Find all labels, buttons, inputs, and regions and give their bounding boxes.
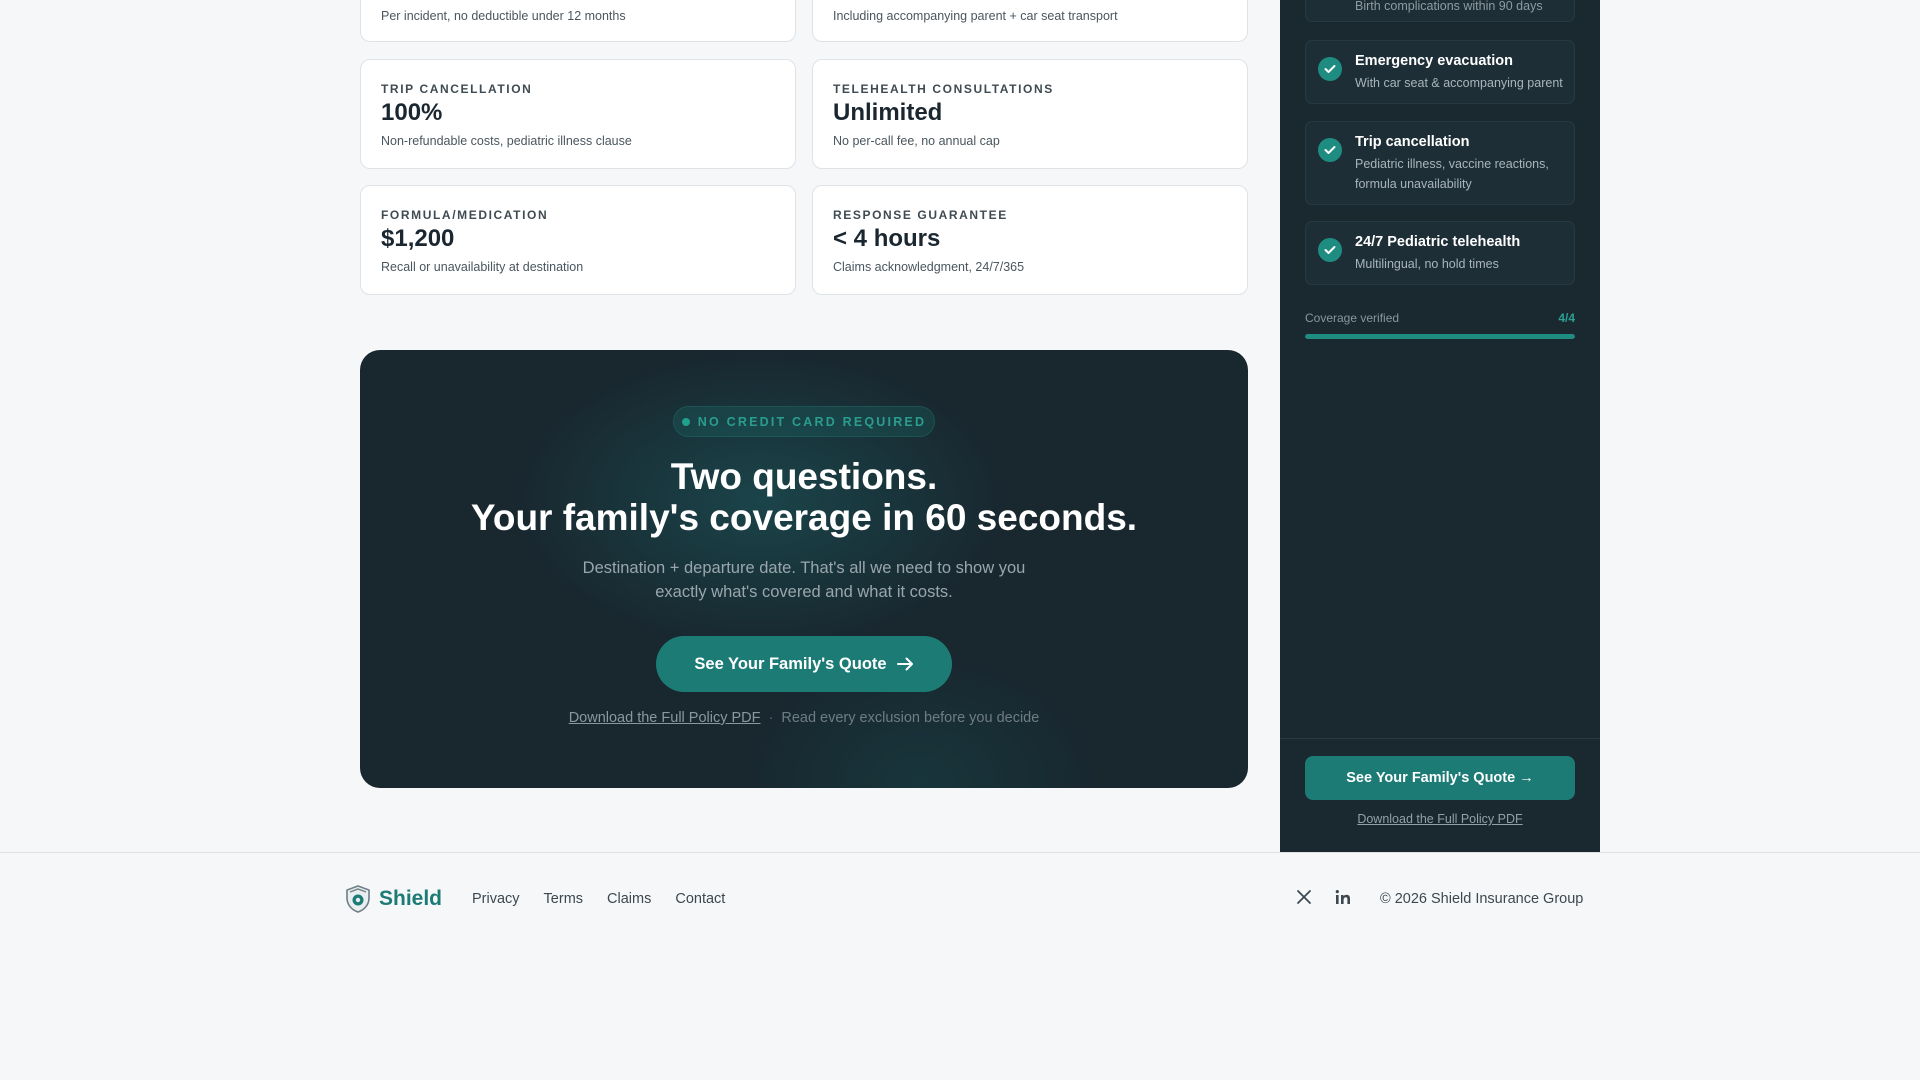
card-value: < 4 hours [833, 225, 941, 252]
card-value: Unlimited [833, 99, 943, 126]
coverage-sidebar: Birth complications within 90 days Emerg… [1280, 0, 1600, 852]
cta-panel: NO CREDIT CARD REQUIRED Two questions. Y… [360, 350, 1248, 788]
coverage-card-response: RESPONSE GUARANTEE < 4 hours Claims ackn… [812, 185, 1248, 295]
cta-links: Download the Full Policy PDF · Read every … [360, 710, 1248, 726]
brand-name: Shield [379, 887, 443, 910]
coverage-progress-bar [1305, 334, 1575, 339]
sidebar-item-birth: Birth complications within 90 days [1305, 0, 1575, 22]
footer-link-contact[interactable]: Contact [675, 891, 725, 907]
check-icon [1318, 238, 1342, 262]
footer-nav: Privacy Terms Claims Contact [472, 891, 725, 907]
progress-count: 4/4 [1558, 311, 1575, 325]
sidebar-download-policy-link[interactable]: Download the Full Policy PDF [1280, 812, 1600, 826]
card-label: TELEHEALTH CONSULTATIONS [833, 82, 1054, 96]
card-value: $1,200 [381, 225, 455, 252]
sidebar-item-title: Emergency evacuation [1355, 53, 1513, 69]
footer-link-claims[interactable]: Claims [607, 891, 651, 907]
shield-icon [346, 885, 370, 913]
badge-label: NO CREDIT CARD REQUIRED [697, 414, 927, 429]
footer-link-privacy[interactable]: Privacy [472, 891, 520, 907]
sidebar-item-desc: Birth complications within 90 days [1355, 0, 1543, 13]
card-desc: No per-call fee, no annual cap [833, 134, 1000, 148]
progress-fill [1305, 334, 1575, 339]
card-desc: Recall or unavailability at destination [381, 260, 584, 274]
sidebar-item-desc: Multilingual, no hold times [1355, 257, 1499, 271]
linkedin-icon[interactable] [1334, 889, 1352, 905]
card-label: TRIP CANCELLATION [381, 82, 533, 96]
check-icon [1318, 138, 1342, 162]
separator: · [768, 710, 774, 726]
sidebar-item-desc: Pediatric illness, vaccine reactions, fo… [1355, 157, 1549, 191]
sidebar-item-trip-cancellation: Trip cancellation Pediatric illness, vac… [1305, 121, 1575, 205]
footer-link-terms[interactable]: Terms [544, 891, 583, 907]
sidebar-item-telehealth: 24/7 Pediatric telehealth Multilingual, … [1305, 221, 1575, 285]
sidebar-quote-button[interactable]: See Your Family's Quote → [1305, 756, 1575, 800]
sidebar-item-title: Trip cancellation [1355, 134, 1470, 150]
arrow-right-icon [896, 657, 913, 671]
cta-title-line1: Two questions. [670, 456, 938, 497]
card-value: 100% [381, 99, 443, 126]
exclusion-note: Read every exclusion before you decide [781, 710, 1040, 726]
sidebar-divider [1280, 738, 1600, 739]
coverage-card-medical: Per incident, no deductible under 12 mon… [360, 0, 796, 42]
footer: Shield Privacy Terms Claims Contact © 20… [0, 852, 1920, 944]
x-icon[interactable] [1296, 889, 1312, 905]
check-icon [1318, 57, 1342, 81]
see-quote-label: See Your Family's Quote [694, 654, 887, 673]
cta-subtitle: Destination + departure date. That's all… [582, 559, 1026, 601]
cta-title-line2: Your family's coverage in 60 seconds. [470, 497, 1138, 538]
progress-label: Coverage verified [1305, 311, 1400, 325]
card-desc: Non-refundable costs, pediatric illness … [381, 134, 632, 148]
card-desc: Including accompanying parent + car seat… [833, 9, 1118, 23]
no-credit-card-badge: NO CREDIT CARD REQUIRED [673, 406, 935, 437]
social-links [1296, 889, 1352, 905]
coverage-card-telehealth: TELEHEALTH CONSULTATIONS Unlimited No pe… [812, 59, 1248, 169]
cta-title: Two questions. Your family's coverage in… [360, 456, 1248, 538]
coverage-card-formula: FORMULA/MEDICATION $1,200 Recall or unav… [360, 185, 796, 295]
coverage-card-trip-cancellation: TRIP CANCELLATION 100% Non-refundable co… [360, 59, 796, 169]
sidebar-item-evacuation: Emergency evacuation With car seat & acc… [1305, 40, 1575, 104]
main-content: Per incident, no deductible under 12 mon… [0, 0, 1280, 852]
card-desc: Per incident, no deductible under 12 mon… [381, 9, 626, 23]
badge-dot-icon [681, 417, 690, 426]
see-quote-button[interactable]: See Your Family's Quote [656, 636, 952, 692]
brand-logo[interactable]: Shield [345, 885, 442, 913]
sidebar-item-desc: With car seat & accompanying parent [1355, 76, 1563, 90]
sidebar-item-title: 24/7 Pediatric telehealth [1355, 234, 1521, 250]
card-label: FORMULA/MEDICATION [381, 208, 549, 222]
card-label: RESPONSE GUARANTEE [833, 208, 1008, 222]
copyright: © 2026 Shield Insurance Group [1380, 891, 1584, 907]
coverage-card-evacuation: Including accompanying parent + car seat… [812, 0, 1248, 42]
card-desc: Claims acknowledgment, 24/7/365 [833, 260, 1025, 274]
download-policy-link[interactable]: Download the Full Policy PDF [569, 710, 761, 726]
